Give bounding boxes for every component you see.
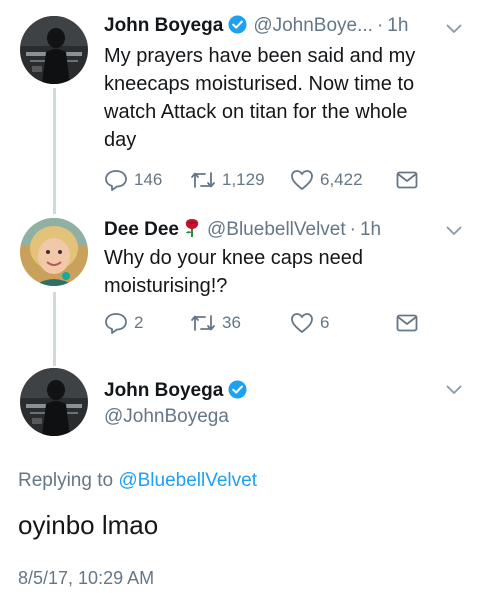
tweet-actions: 2 36 6 [104,311,424,335]
tweet-header: Dee Dee @BluebellVelvet · 1h [104,215,381,242]
like-icon [291,170,313,190]
tweet-header: @JohnBoyega [104,405,229,429]
tweet-text: Why do your knee caps need moisturising!… [104,244,363,300]
separator-dot: · [376,15,384,36]
tweet-text-line: watch Attack on titan for the whole [104,101,408,123]
chevron-down-icon[interactable] [446,385,462,395]
reply-button[interactable]: 146 [104,169,190,191]
avatar[interactable] [20,368,88,436]
chevron-down-icon[interactable] [446,24,462,34]
tweet-header: John Boyega [104,377,253,403]
author-handle[interactable]: @JohnBoyega [104,405,229,429]
avatar[interactable] [20,16,88,84]
reply-count: 146 [134,170,163,189]
retweet-count: 36 [222,313,241,332]
like-count: 6 [320,313,330,332]
dm-icon [396,314,418,332]
retweet-icon [191,172,215,188]
retweet-icon [191,315,215,331]
author-name[interactable]: John Boyega [104,379,223,403]
tweet-text: My prayers have been said and my kneecap… [104,42,415,154]
tweet-time[interactable]: 1h [360,218,381,242]
dm-button[interactable] [396,314,424,332]
separator-dot: · [349,219,356,240]
reply-count: 2 [134,313,144,332]
mention-link[interactable]: @BluebellVelvet [118,470,257,491]
reply-icon [105,313,127,334]
thread-line [53,292,56,366]
author-name[interactable]: Dee Dee [104,218,179,242]
tweet-timestamp: 8/5/17, 10:29 AM [18,568,155,588]
tweet-text-line: Why do your knee caps need [104,247,364,269]
author-name[interactable]: John Boyega [104,14,223,38]
avatar[interactable] [20,218,88,286]
tweet-text: oyinbo lmao [18,510,159,540]
tweet-text-line: My prayers have been said and my [104,45,416,67]
author-handle[interactable]: @JohnBoye... [253,14,373,38]
tweet-text-line: moisturising!? [104,275,228,297]
retweet-count: 1,129 [222,170,265,189]
reply-button[interactable]: 2 [104,312,190,334]
replying-to-label: Replying to [18,470,114,491]
dm-icon [396,171,418,189]
like-button[interactable]: 6 [290,312,396,334]
tweet-header: John Boyega @JohnBoye... · 1h [104,12,408,38]
verified-badge-icon [228,15,247,34]
tweet-text-line: day [104,129,137,151]
verified-badge-icon [228,380,247,399]
retweet-button[interactable]: 1,129 [190,170,290,190]
thread-line [53,88,56,214]
like-count: 6,422 [320,170,363,189]
retweet-button[interactable]: 36 [190,313,290,333]
dm-button[interactable] [396,171,424,189]
like-button[interactable]: 6,422 [290,169,396,191]
tweet-text-line: kneecaps moisturised. Now time to [104,73,415,95]
rose-emoji-icon [183,218,201,238]
tweet-actions: 146 1,129 6,422 [104,168,424,192]
chevron-down-icon[interactable] [446,226,462,236]
tweet-time[interactable]: 1h [387,14,408,38]
reply-icon [105,170,127,191]
like-icon [291,313,313,333]
replying-to: Replying to @BluebellVelvet [18,470,257,492]
author-handle[interactable]: @BluebellVelvet [207,218,346,242]
